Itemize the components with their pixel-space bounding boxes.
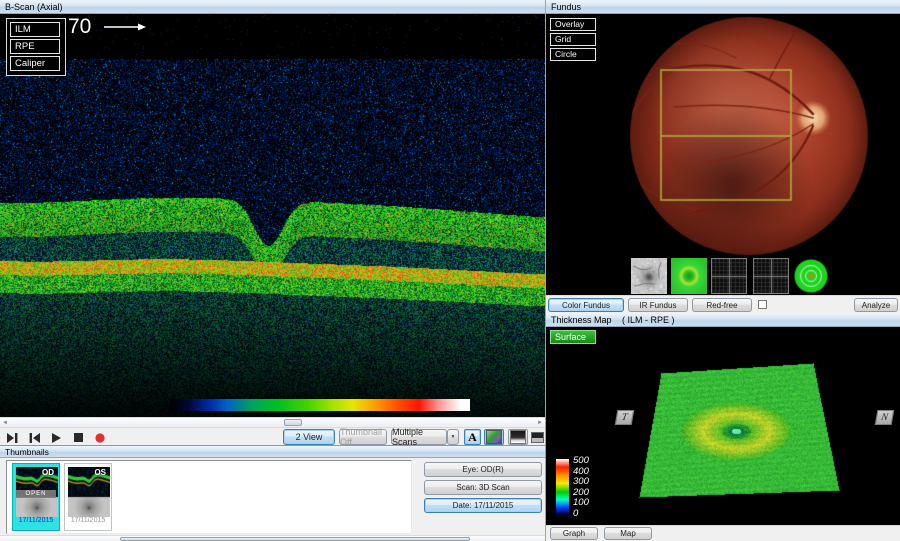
map-button[interactable]: Map bbox=[604, 527, 652, 540]
bscan-titlebar: B-Scan (Axial) bbox=[0, 0, 545, 14]
thumbnails-titlebar: Thumbnails bbox=[0, 446, 545, 458]
thickness-toolbar: Graph Map bbox=[546, 525, 900, 541]
overlay-button[interactable]: Overlay bbox=[550, 18, 596, 31]
scroll-left-arrow-icon[interactable]: ◄ bbox=[2, 420, 8, 426]
fundus-image[interactable] bbox=[546, 14, 900, 295]
thumbnails-title: Thumbnails bbox=[5, 447, 49, 457]
scroll-right-arrow-icon[interactable]: ► bbox=[537, 420, 543, 426]
color-fundus-button[interactable]: Color Fundus bbox=[548, 298, 624, 312]
letter-a-icon: A bbox=[468, 430, 477, 445]
red-free-button[interactable]: Red-free bbox=[692, 298, 752, 312]
oct-workstation: B-Scan (Axial) ILM RPE Caliper 70 ◄ ► bbox=[0, 0, 900, 541]
bscan-toolbar: 2 View Thumbnail Off Multiple Scans ▼ A bbox=[0, 427, 545, 445]
scan-info-button[interactable]: Scan: 3D Scan bbox=[424, 480, 542, 495]
thickness-3d-surface[interactable] bbox=[546, 327, 900, 525]
color-lut-bar bbox=[170, 399, 470, 411]
fundus-titlebar: Fundus bbox=[546, 0, 900, 14]
fundus-checkbox[interactable] bbox=[758, 300, 767, 309]
thumbnail-os-eye-label: OS bbox=[94, 468, 106, 477]
thickness-title-layers: ( ILM - RPE ) bbox=[622, 315, 675, 325]
fundus-title: Fundus bbox=[551, 2, 581, 12]
fundus-toolbar: Color Fundus IR Fundus Red-free Analyze bbox=[546, 295, 900, 313]
grid-preview-thumbnail-1[interactable] bbox=[711, 258, 747, 294]
grid-button[interactable]: Grid bbox=[550, 33, 596, 46]
two-view-button[interactable]: 2 View bbox=[283, 429, 335, 445]
mono-swatch-icon bbox=[531, 432, 544, 443]
thumbnail-os-date: 17/11/2015 bbox=[68, 515, 108, 527]
stop-icon bbox=[74, 433, 83, 442]
multiple-scans-dropdown-arrow[interactable]: ▼ bbox=[447, 429, 459, 445]
record-icon bbox=[95, 433, 105, 443]
temporal-marker: T bbox=[615, 410, 635, 425]
display-mode-button[interactable] bbox=[531, 431, 544, 443]
skip-start-icon bbox=[29, 433, 40, 443]
bscan-panel: B-Scan (Axial) ILM RPE Caliper 70 ◄ ► bbox=[0, 0, 545, 445]
skip-start-button[interactable] bbox=[26, 430, 42, 445]
skip-end-icon bbox=[7, 433, 18, 443]
thumbnail-od-date: 17/11/2015 bbox=[16, 515, 56, 527]
annotation-text-button[interactable]: A bbox=[464, 429, 481, 445]
color-mode-button[interactable] bbox=[484, 429, 504, 445]
thumbnail-off-button[interactable]: Thumbnail Off bbox=[339, 429, 387, 445]
thumbnail-od-open-label: OPEN bbox=[16, 490, 56, 498]
etdrs-circle-thumbnail[interactable] bbox=[793, 258, 829, 294]
thickness-preview-thumbnail[interactable] bbox=[671, 258, 707, 294]
ilm-button[interactable]: ILM bbox=[10, 22, 60, 37]
thumbnails-hscrollbar[interactable] bbox=[0, 535, 545, 541]
thumbnail-od[interactable]: OD OPEN 17/11/2015 bbox=[12, 463, 60, 531]
grid-preview-thumbnail-2[interactable] bbox=[753, 258, 789, 294]
stop-button[interactable] bbox=[70, 430, 86, 445]
thickness-title: Thickness Map bbox=[551, 315, 612, 325]
bscan-image[interactable] bbox=[0, 14, 545, 417]
thumbnails-scroll-handle[interactable] bbox=[120, 537, 470, 541]
thickness-titlebar: Thickness Map ( ILM - RPE ) bbox=[546, 313, 900, 327]
thumbnails-panel: Thumbnails OD OPEN 17/11/2015 OS 17/11/2… bbox=[0, 445, 545, 541]
thumbnail-os[interactable]: OS 17/11/2015 bbox=[64, 463, 112, 531]
skip-end-button[interactable] bbox=[4, 430, 20, 445]
play-icon bbox=[52, 433, 61, 443]
thickness-map-panel: Thickness Map ( ILM - RPE ) Surface T N … bbox=[545, 313, 900, 541]
grayscale-mode-button[interactable] bbox=[508, 429, 528, 445]
surface-button[interactable]: Surface bbox=[550, 330, 596, 344]
bscan-title: B-Scan (Axial) bbox=[5, 2, 63, 12]
eye-info-button[interactable]: Eye: OD(R) bbox=[424, 462, 542, 477]
ir-fundus-button[interactable]: IR Fundus bbox=[628, 298, 688, 312]
thumbnail-od-eye-label: OD bbox=[42, 468, 54, 477]
date-info-button[interactable]: Date: 17/11/2015 bbox=[424, 498, 542, 513]
analyze-button[interactable]: Analyze bbox=[854, 298, 898, 312]
scale-label-500: 500 bbox=[573, 456, 589, 467]
scan-direction-arrow-icon bbox=[103, 21, 147, 33]
play-button[interactable] bbox=[48, 430, 64, 445]
nasal-marker: N bbox=[875, 410, 895, 425]
frame-number: 70 bbox=[68, 15, 91, 39]
rpe-button[interactable]: RPE bbox=[10, 39, 60, 54]
thickness-color-scale bbox=[556, 459, 569, 517]
circle-button[interactable]: Circle bbox=[550, 48, 596, 61]
fundus-panel: Fundus Overlay Grid Circle Color Fundus … bbox=[545, 0, 900, 313]
bscan-scroll-handle[interactable] bbox=[284, 419, 302, 426]
caliper-button[interactable]: Caliper bbox=[10, 56, 60, 71]
grayscale-icon bbox=[510, 430, 526, 444]
record-button[interactable] bbox=[92, 430, 108, 445]
scale-label-0: 0 bbox=[573, 509, 578, 520]
multiple-scans-dropdown[interactable]: Multiple Scans bbox=[391, 429, 447, 445]
color-palette-icon bbox=[486, 430, 502, 444]
ir-preview-thumbnail[interactable] bbox=[631, 258, 667, 294]
bscan-overlay-button-group: ILM RPE Caliper bbox=[6, 18, 66, 76]
graph-button[interactable]: Graph bbox=[550, 527, 598, 540]
